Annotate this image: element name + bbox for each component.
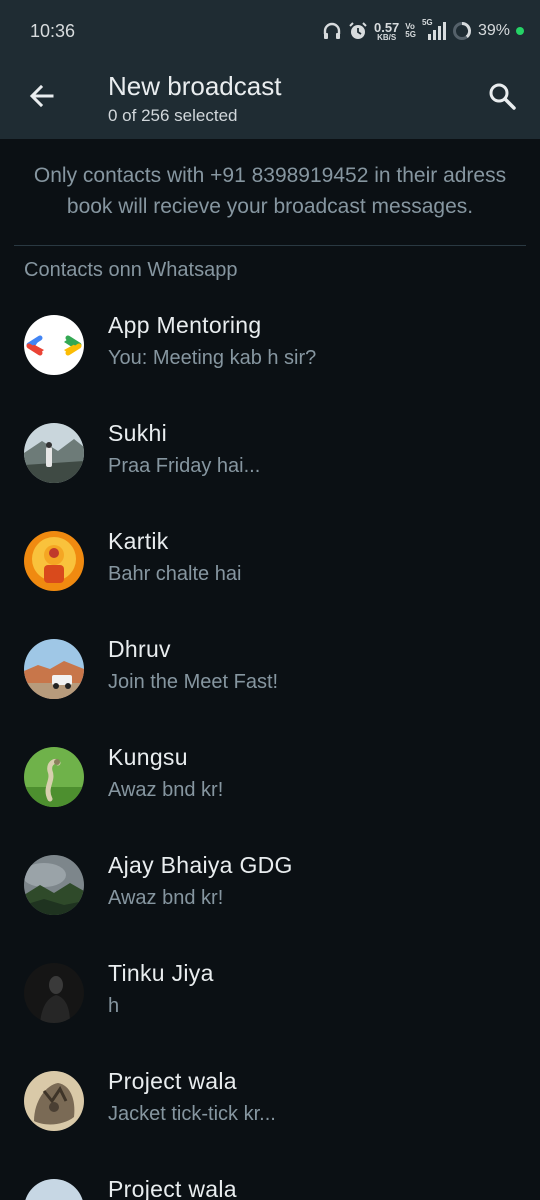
contact-name: Kungsu	[108, 744, 188, 770]
selection-count: 0 of 256 selected	[108, 106, 238, 125]
network-speed: 0.57 KB/S	[374, 21, 399, 42]
status-time: 10:36	[30, 21, 76, 41]
avatar	[24, 423, 84, 483]
contact-row[interactable]: Project wala	[0, 1179, 540, 1200]
speed-value: 0.57	[373, 19, 400, 35]
contact-row[interactable]: Kartik Bahr chalte hai	[0, 528, 540, 639]
avatar	[24, 855, 84, 915]
contact-row[interactable]: Sukhi Praa Friday hai...	[0, 420, 540, 531]
contact-name: Sukhi	[108, 420, 168, 446]
avatar	[24, 531, 84, 591]
battery-percent: 39%	[477, 22, 510, 39]
battery-dot	[516, 27, 524, 35]
contact-row[interactable]: Ajay Bhaiya GDG Awaz bnd kr!	[0, 852, 540, 963]
contact-status: Praa Friday hai...	[108, 455, 261, 477]
divider	[14, 245, 526, 246]
search-icon	[489, 83, 516, 110]
contact-name: App Mentoring	[108, 312, 262, 338]
avatar	[24, 963, 84, 1023]
contact-row[interactable]: Dhruv Join the Meet Fast!	[0, 636, 540, 747]
broadcast-notice: Only contacts with +91 8398919452 in the…	[33, 164, 507, 218]
page-title: New broadcast	[108, 71, 282, 101]
status-bar: 10:36 0.57 KB/S Vo 5G 5G 39%	[0, 0, 540, 62]
contact-status: Awaz bnd kr!	[108, 779, 224, 801]
avatar	[24, 315, 84, 375]
contact-status: You: Meeting kab h sir?	[108, 347, 317, 369]
search-button[interactable]	[486, 80, 518, 112]
avatar	[24, 639, 84, 699]
arrow-left-icon	[29, 84, 54, 108]
avatar	[24, 747, 84, 807]
volte-bottom: 5G	[405, 30, 416, 39]
avatar	[24, 1071, 84, 1131]
contact-status: Bahr chalte hai	[108, 563, 242, 585]
contact-name: Project wala	[108, 1179, 237, 1200]
avatar	[24, 1179, 84, 1200]
contact-name: Project wala	[108, 1068, 237, 1094]
contact-row[interactable]: Tinku Jiya h	[0, 960, 540, 1071]
contact-name: Ajay Bhaiya GDG	[108, 852, 293, 878]
contact-name: Kartik	[108, 528, 169, 554]
contact-status: h	[108, 995, 120, 1017]
headphones-icon	[322, 21, 342, 41]
contact-row[interactable]: Project wala Jacket tick-tick kr...	[0, 1068, 540, 1179]
back-button[interactable]	[26, 80, 58, 112]
network-type: 5G	[421, 18, 433, 27]
alarm-icon	[348, 21, 368, 41]
contact-status: Jacket tick-tick kr...	[108, 1103, 276, 1125]
contact-status: Awaz bnd kr!	[108, 887, 224, 909]
battery-ring-icon	[452, 21, 472, 41]
section-header: Contacts onn Whatsapp	[24, 259, 238, 281]
contact-row[interactable]: Kungsu Awaz bnd kr!	[0, 744, 540, 855]
contact-status: Join the Meet Fast!	[108, 671, 279, 693]
speed-unit: KB/S	[377, 32, 397, 42]
signal-icon: 5G	[421, 18, 446, 42]
volte-indicator: Vo 5G	[405, 23, 416, 39]
contact-row[interactable]: App Mentoring You: Meeting kab h sir?	[0, 312, 540, 423]
contact-name: Dhruv	[108, 636, 171, 662]
status-icons: 0.57 KB/S Vo 5G 5G 39%	[322, 18, 524, 44]
app-bar: New broadcast 0 of 256 selected	[0, 62, 540, 139]
contact-name: Tinku Jiya	[108, 960, 214, 986]
